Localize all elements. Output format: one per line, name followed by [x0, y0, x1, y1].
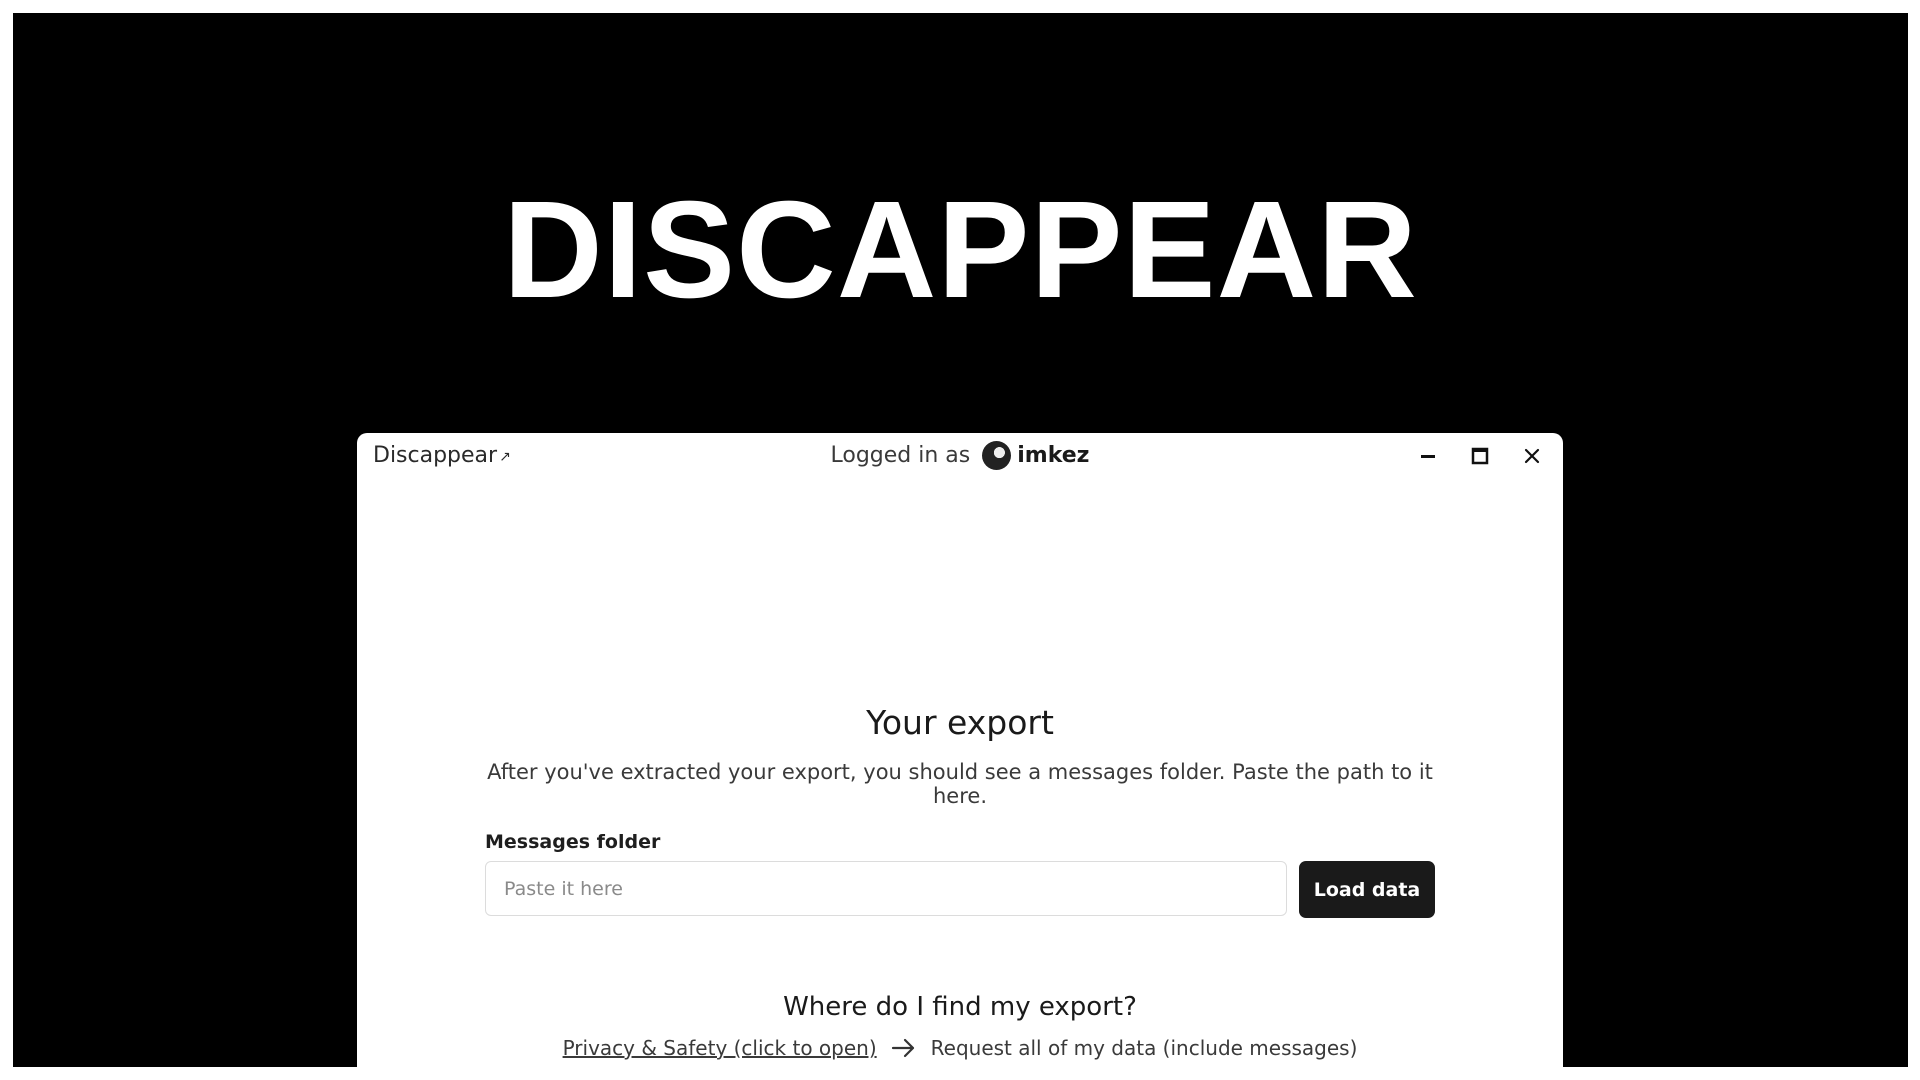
instructions-text: After you've extracted your export, you …	[487, 760, 1433, 808]
app-window: Discappear ↗ Logged in as imkez Your exp…	[357, 433, 1563, 1067]
export-form: Your export After you've extracted your …	[485, 703, 1435, 1060]
arrow-right-icon	[891, 1038, 914, 1058]
hero-title: DISCAPPEAR	[503, 173, 1418, 327]
backdrop: DISCAPPEAR Discappear ↗ Logged in as imk…	[13, 13, 1908, 1067]
input-row: Load data	[485, 861, 1435, 918]
avatar	[982, 441, 1012, 470]
page-title: Your export	[866, 703, 1054, 742]
titlebar: Discappear ↗ Logged in as imkez	[357, 433, 1563, 479]
minimize-icon	[1421, 455, 1435, 458]
username: imkez	[1017, 443, 1090, 468]
load-data-button[interactable]: Load data	[1299, 861, 1435, 918]
maximize-button[interactable]	[1465, 441, 1495, 471]
request-data-step: Request all of my data (include messages…	[930, 1036, 1358, 1060]
messages-folder-input[interactable]	[485, 861, 1287, 916]
login-status: Logged in as imkez	[357, 441, 1563, 470]
maximize-icon	[1471, 447, 1489, 465]
help-steps: Privacy & Safety (click to open) Request…	[485, 1036, 1435, 1060]
logged-in-label: Logged in as	[830, 443, 971, 468]
privacy-safety-link[interactable]: Privacy & Safety (click to open)	[563, 1036, 877, 1060]
close-button[interactable]	[1517, 441, 1547, 471]
minimize-button[interactable]	[1413, 441, 1443, 471]
close-icon	[1524, 448, 1540, 464]
help-heading: Where do I find my export?	[783, 992, 1137, 1022]
window-controls	[1413, 441, 1547, 471]
messages-folder-label: Messages folder	[485, 831, 661, 853]
